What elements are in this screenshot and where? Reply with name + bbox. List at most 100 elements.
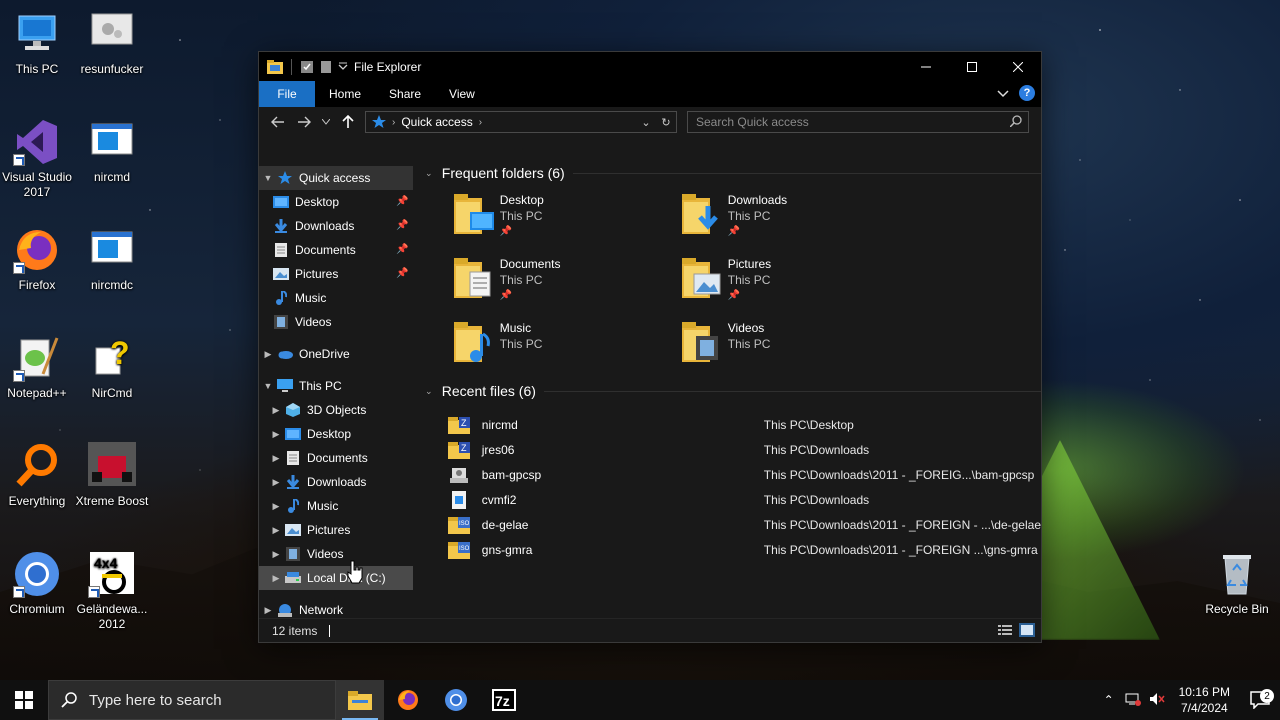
expand-chevron-icon[interactable]: ▶ [259,349,277,360]
taskbar-app-7zip[interactable]: 7z [480,680,528,720]
collapse-chevron-icon[interactable]: ⌄ [422,168,436,179]
nav-item-qa-desktop[interactable]: Desktop 📌 [259,190,413,214]
large-icons-view-icon[interactable] [1019,623,1035,637]
breadcrumb-quick-access[interactable]: Quick access [401,115,472,129]
nav-item-qa-videos[interactable]: Videos [259,310,413,334]
address-field[interactable]: › Quick access › ⌄ ↻ [365,111,677,133]
new-folder-icon[interactable] [320,60,332,74]
desktop-icon-nircmd-help[interactable]: ? NirCmd [75,334,149,401]
frequent-folder-videos[interactable]: Videos This PC [681,320,910,370]
tab-file[interactable]: File [259,81,315,107]
nav-item-pc-downloads[interactable]: ▶ Downloads [259,470,413,494]
expand-chevron-icon[interactable]: ▶ [259,605,277,616]
collapse-chevron-icon[interactable]: ⌄ [422,386,436,397]
nav-item-qa-music[interactable]: Music [259,286,413,310]
desktop-icon-chromium[interactable]: Chromium [0,550,74,617]
customize-toolbar-chevron-icon[interactable] [338,62,348,72]
desktop-icon-resunfucker[interactable]: resunfucker [75,10,149,77]
nav-item-pc-documents[interactable]: ▶ Documents [259,446,413,470]
recent-file-row[interactable]: bam-gpcsp This PC\Downloads\2011 - _FORE… [448,462,1041,487]
recent-file-row[interactable]: Z nircmd This PC\Desktop [447,412,1041,437]
nav-item-pc-pictures[interactable]: ▶ Pictures [259,518,413,542]
search-icon[interactable] [1010,115,1022,127]
title-bar[interactable]: File Explorer [259,52,1041,81]
nav-item-pc-desktop[interactable]: ▶ Desktop [259,422,413,446]
desktop-icon-firefox[interactable]: Firefox [0,226,74,293]
back-button[interactable] [265,110,291,134]
tab-view[interactable]: View [435,81,489,107]
expand-chevron-icon[interactable]: ▶ [267,477,285,488]
recent-file-row[interactable]: cvmfi2 This PC\Downloads [448,487,1041,512]
desktop-icon-notepadpp[interactable]: Notepad++ [0,334,74,401]
expand-chevron-icon[interactable]: ▶ [267,573,285,584]
maximize-button[interactable] [949,52,995,81]
frequent-folder-pictures[interactable]: Pictures This PC 📌 [681,256,910,306]
properties-icon[interactable] [300,60,314,74]
recent-file-row[interactable]: Z jres06 This PC\Downloads [447,437,1041,462]
expand-chevron-icon[interactable]: ▶ [267,453,285,464]
close-button[interactable] [995,52,1041,81]
nav-item-quick-access[interactable]: ▼ Quick access [259,166,413,190]
desktop-icon-nircmd[interactable]: nircmd [75,118,149,185]
nav-item-3d-objects[interactable]: ▶ 3D Objects [259,398,413,422]
recent-file-row[interactable]: ISO gns-gmra This PC\Downloads\2011 - _F… [447,537,1041,562]
up-button[interactable] [335,110,361,134]
content-pane[interactable]: ⌄ Frequent folders (6) Desktop This PC 📌 [412,158,1041,618]
navigation-pane[interactable]: ▼ Quick access Desktop 📌 Downloads 📌 Doc… [259,158,413,618]
help-icon[interactable]: ? [1019,85,1035,101]
nav-item-qa-documents[interactable]: Documents 📌 [259,238,413,262]
show-hidden-icons-chevron-icon[interactable]: ⌃ [1097,693,1121,707]
minimize-button[interactable] [903,52,949,81]
expand-chevron-icon[interactable]: ▶ [267,405,285,416]
nav-item-onedrive[interactable]: ▶ OneDrive [259,342,413,366]
system-clock[interactable]: 10:16 PM 7/4/2024 [1179,684,1230,716]
start-button[interactable] [0,680,48,720]
frequent-folder-music[interactable]: Music This PC [453,320,682,370]
nav-item-qa-downloads[interactable]: Downloads 📌 [259,214,413,238]
nav-item-this-pc[interactable]: ▼ This PC [259,374,413,398]
desktop-icon-recycle-bin[interactable]: Recycle Bin [1200,550,1274,617]
taskbar-app-firefox[interactable] [384,680,432,720]
forward-button[interactable] [291,110,317,134]
desktop-icon-xtreme-boost[interactable]: Xtreme Boost [75,442,149,509]
search-box[interactable] [687,111,1029,133]
taskbar-search-box[interactable]: Type here to search [48,680,336,720]
volume-muted-icon[interactable] [1145,692,1169,709]
address-history-chevron-icon[interactable]: ⌄ [636,116,656,129]
taskbar-app-file-explorer[interactable] [336,680,384,720]
nav-item-local-disk-c[interactable]: ▶ Local Disk (C:) [259,566,413,590]
collapse-chevron-icon[interactable]: ▼ [259,381,277,391]
frequent-folder-desktop[interactable]: Desktop This PC 📌 [453,192,682,242]
nav-item-pc-music[interactable]: ▶ Music [259,494,413,518]
desktop-icon-visual-studio[interactable]: Visual Studio 2017 [0,118,74,200]
desktop-icon-this-pc[interactable]: This PC [0,10,74,77]
desktop-icon-nircmdc[interactable]: nircmdc [75,226,149,293]
network-disconnected-icon[interactable] [1121,692,1145,709]
expand-chevron-icon[interactable]: ▶ [267,429,285,440]
downloads-folder-icon [681,194,718,234]
expand-chevron-icon[interactable]: ▶ [267,525,285,536]
tab-home[interactable]: Home [315,81,375,107]
taskbar-app-chromium[interactable] [432,680,480,720]
recent-locations-button[interactable] [317,110,335,134]
frequent-folder-documents[interactable]: Documents This PC 📌 [453,256,682,306]
recent-file-row[interactable]: ISO de-gelae This PC\Downloads\2011 - _F… [447,512,1041,537]
expand-chevron-icon[interactable]: ▶ [267,549,285,560]
frequent-folder-downloads[interactable]: Downloads This PC 📌 [681,192,910,242]
frequent-folders-header[interactable]: ⌄ Frequent folders (6) [422,162,1041,184]
search-input[interactable] [696,115,996,129]
expand-ribbon-chevron-icon[interactable] [997,87,1009,99]
refresh-icon[interactable]: ↻ [656,116,676,129]
tab-share[interactable]: Share [375,81,435,107]
action-center-button[interactable]: 2 [1240,689,1280,709]
file-explorer-window[interactable]: File Explorer File Home Share View ? › Q… [258,51,1042,643]
breadcrumb-chevron-icon[interactable]: › [479,117,482,128]
details-view-icon[interactable] [997,623,1013,637]
desktop-icon-everything[interactable]: Everything [0,442,74,509]
nav-item-pc-videos[interactable]: ▶ Videos [259,542,413,566]
expand-chevron-icon[interactable]: ▶ [267,501,285,512]
collapse-chevron-icon[interactable]: ▼ [259,173,277,183]
nav-item-qa-pictures[interactable]: Pictures 📌 [259,262,413,286]
recent-files-header[interactable]: ⌄ Recent files (6) [422,380,1041,402]
desktop-icon-gelandewagen[interactable]: 4x4 Geländewa... 2012 [75,550,149,632]
